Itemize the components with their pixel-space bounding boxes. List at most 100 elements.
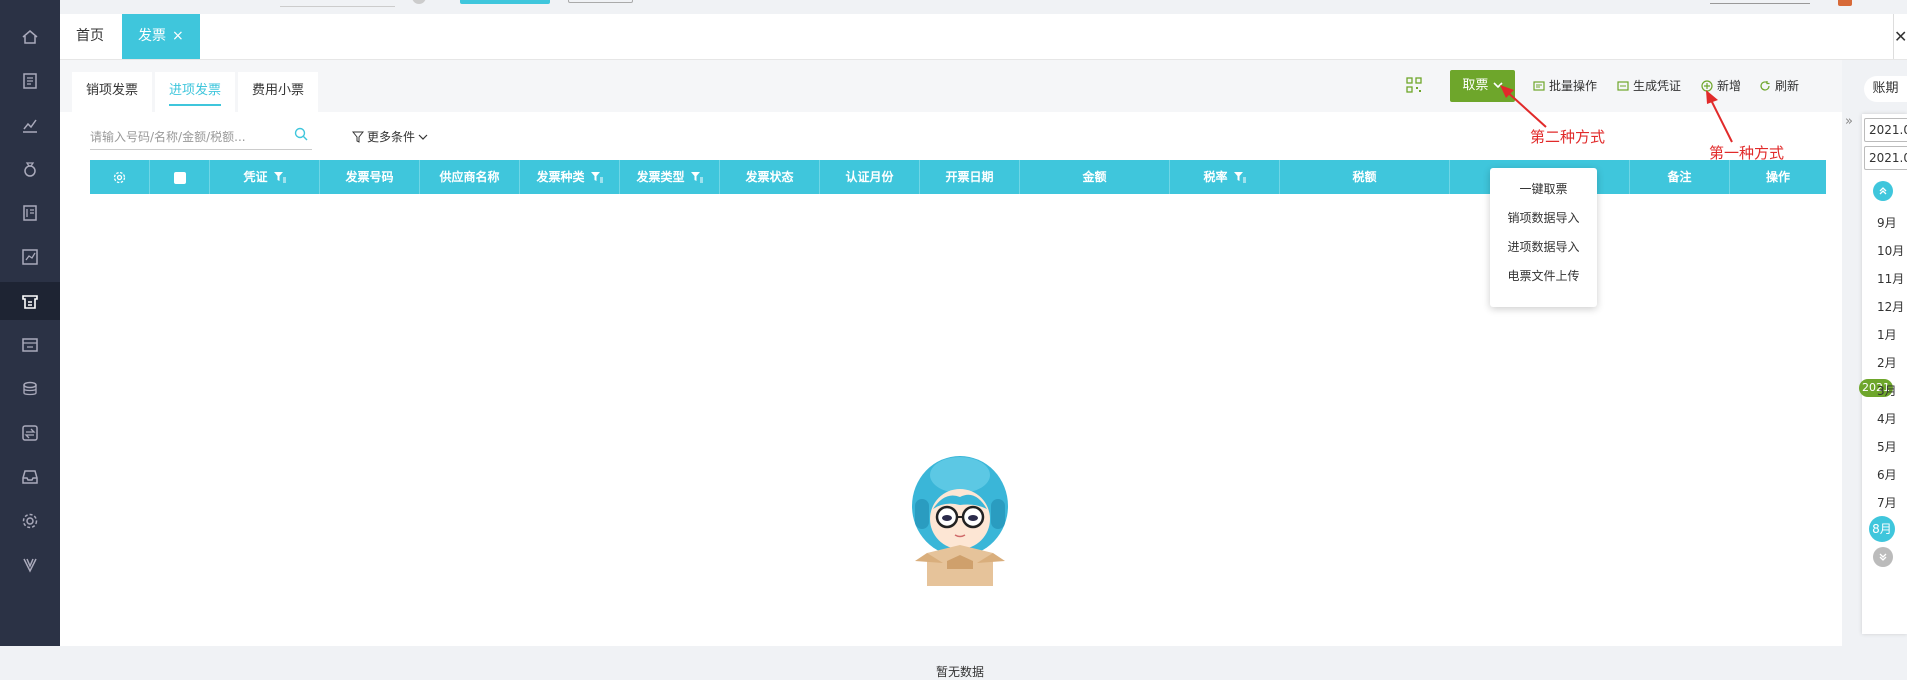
generate-voucher-label: 生成凭证 xyxy=(1633,79,1682,93)
menu-item-e-invoice-upload[interactable]: 电票文件上传 xyxy=(1490,267,1597,284)
period-start-input[interactable]: 2021.08 xyxy=(1864,118,1907,142)
month-item[interactable]: 9月 xyxy=(1877,214,1907,231)
month-item[interactable]: 5月 xyxy=(1877,438,1907,455)
subtab-expense-receipt[interactable]: 费用小票 xyxy=(238,72,319,112)
fetch-invoice-label: 取票 xyxy=(1462,78,1489,93)
scroll-down-icon[interactable] xyxy=(1873,547,1893,567)
header-search[interactable] xyxy=(280,0,395,7)
header-avatar[interactable] xyxy=(412,0,426,4)
search-bar[interactable]: 请输入号码/名称/金额/税额... xyxy=(90,120,312,150)
col-issue-date-label: 开票日期 xyxy=(945,170,994,184)
filter-icon[interactable] xyxy=(590,172,603,183)
col-invoice-status-label: 发票状态 xyxy=(745,170,794,184)
main-content: 销项发票 进项发票 费用小票 取票 批量操作 生成凭证 新增 刷新 请输入号码/… xyxy=(60,60,1842,679)
search-icon[interactable] xyxy=(294,127,308,141)
month-item[interactable]: 12月 xyxy=(1877,298,1907,315)
col-cert-month[interactable]: 认证月份 xyxy=(820,160,920,194)
subtab-purchase-invoice[interactable]: 进项发票 xyxy=(155,72,236,112)
tab-home[interactable]: 首页 xyxy=(60,14,120,59)
col-actions[interactable]: 操作 xyxy=(1730,160,1826,194)
qrcode-icon[interactable] xyxy=(1406,77,1422,93)
month-item[interactable]: 7月 xyxy=(1877,494,1907,511)
col-amount[interactable]: 金额 xyxy=(1020,160,1170,194)
col-invoice-category[interactable]: 发票种类 xyxy=(520,160,620,194)
month-item[interactable]: 11月 xyxy=(1877,270,1907,287)
refresh-button[interactable]: 刷新 xyxy=(1759,77,1799,94)
col-supplier-name-label: 供应商名称 xyxy=(439,170,500,184)
col-actions-label: 操作 xyxy=(1765,170,1790,184)
period-tab[interactable]: 账期 xyxy=(1864,76,1907,102)
report-icon[interactable] xyxy=(0,238,60,276)
money-bag-icon[interactable] xyxy=(0,150,60,188)
chevron-down-icon xyxy=(418,134,428,140)
selected-month[interactable]: 8月 xyxy=(1869,516,1895,542)
search-input[interactable]: 请输入号码/名称/金额/税额... xyxy=(90,128,246,145)
filter-icon[interactable] xyxy=(1233,172,1246,183)
col-tax-amount[interactable]: 税额 xyxy=(1280,160,1450,194)
voucher-icon xyxy=(1617,80,1629,91)
col-invoice-type[interactable]: 发票类型 xyxy=(620,160,720,194)
header-primary-button[interactable] xyxy=(460,0,550,4)
filter-icon xyxy=(352,131,364,143)
month-item[interactable]: 10月 xyxy=(1877,242,1907,259)
coins-icon[interactable] xyxy=(0,370,60,408)
col-invoice-number-label: 发票号码 xyxy=(345,170,394,184)
col-invoice-type-label: 发票类型 xyxy=(636,170,685,184)
more-filters-button[interactable]: 更多条件 xyxy=(352,128,428,145)
period-end-input[interactable]: 2021.08 xyxy=(1864,146,1907,170)
document-icon[interactable] xyxy=(0,62,60,100)
col-invoice-status[interactable]: 发票状态 xyxy=(720,160,820,194)
filter-icon[interactable] xyxy=(273,172,286,183)
month-item[interactable]: 2月 xyxy=(1877,354,1907,371)
col-voucher[interactable]: 凭证 xyxy=(210,160,320,194)
col-remark-label: 备注 xyxy=(1667,170,1692,184)
empty-text: 暂无数据 xyxy=(935,665,984,679)
settings-icon[interactable] xyxy=(0,502,60,540)
ledger-icon[interactable] xyxy=(0,194,60,232)
tab-home-label: 首页 xyxy=(76,28,104,44)
month-item[interactable]: 4月 xyxy=(1877,410,1907,427)
scroll-up-icon[interactable] xyxy=(1873,181,1893,201)
inbox-icon[interactable] xyxy=(0,458,60,496)
batch-operation-label: 批量操作 xyxy=(1549,79,1598,93)
col-invoice-number[interactable]: 发票号码 xyxy=(320,160,420,194)
column-settings[interactable] xyxy=(90,160,150,194)
col-remark[interactable]: 备注 xyxy=(1630,160,1730,194)
menu-item-one-click-fetch[interactable]: 一键取票 xyxy=(1490,180,1597,197)
header-cart-icon[interactable] xyxy=(1838,0,1852,6)
month-item[interactable]: 1月 xyxy=(1877,326,1907,343)
close-all-tabs-icon[interactable]: ✕ xyxy=(1893,14,1907,59)
generate-voucher-button[interactable]: 生成凭证 xyxy=(1617,77,1681,94)
invoice-icon[interactable] xyxy=(0,282,60,320)
transfer-icon[interactable] xyxy=(0,414,60,452)
tab-invoice[interactable]: 发票 × xyxy=(122,14,200,59)
period-panel: 账期 » 2021.08 2021.08 9月 10月 11月 12月 2021… xyxy=(1842,60,1907,646)
select-all-checkbox[interactable] xyxy=(150,160,210,194)
tab-close-icon[interactable]: × xyxy=(172,28,184,44)
vip-icon[interactable] xyxy=(0,546,60,584)
header-user-link[interactable] xyxy=(1710,0,1810,4)
menu-item-sales-import[interactable]: 销项数据导入 xyxy=(1490,209,1597,226)
expand-panel-icon[interactable]: » xyxy=(1845,114,1853,129)
sidebar xyxy=(0,0,60,646)
top-header-strip xyxy=(60,0,1907,14)
filter-icon[interactable] xyxy=(690,172,703,183)
fetch-invoice-dropdown: 一键取票 销项数据导入 进项数据导入 电票文件上传 xyxy=(1490,168,1597,307)
col-supplier-name[interactable]: 供应商名称 xyxy=(420,160,520,194)
tab-invoice-label: 发票 xyxy=(138,28,166,44)
month-item[interactable]: 3月 xyxy=(1877,382,1907,399)
header-secondary-button[interactable] xyxy=(568,0,633,3)
col-issue-date[interactable]: 开票日期 xyxy=(920,160,1020,194)
chart-icon[interactable] xyxy=(0,106,60,144)
menu-item-purchase-import[interactable]: 进项数据导入 xyxy=(1490,238,1597,255)
col-tax-rate[interactable]: 税率 xyxy=(1170,160,1280,194)
empty-mascot-icon xyxy=(912,456,1008,586)
refresh-icon xyxy=(1760,80,1770,91)
home-icon[interactable] xyxy=(0,18,60,56)
annotation-first-method: 第一种方式 xyxy=(1709,144,1785,162)
subtab-sales-invoice[interactable]: 销项发票 xyxy=(72,72,153,112)
page-tab-bar: 首页 发票 × ✕ xyxy=(60,14,1907,60)
annotation-arrow-icon xyxy=(1706,90,1733,143)
asset-icon[interactable] xyxy=(0,326,60,364)
month-item[interactable]: 6月 xyxy=(1877,466,1907,483)
